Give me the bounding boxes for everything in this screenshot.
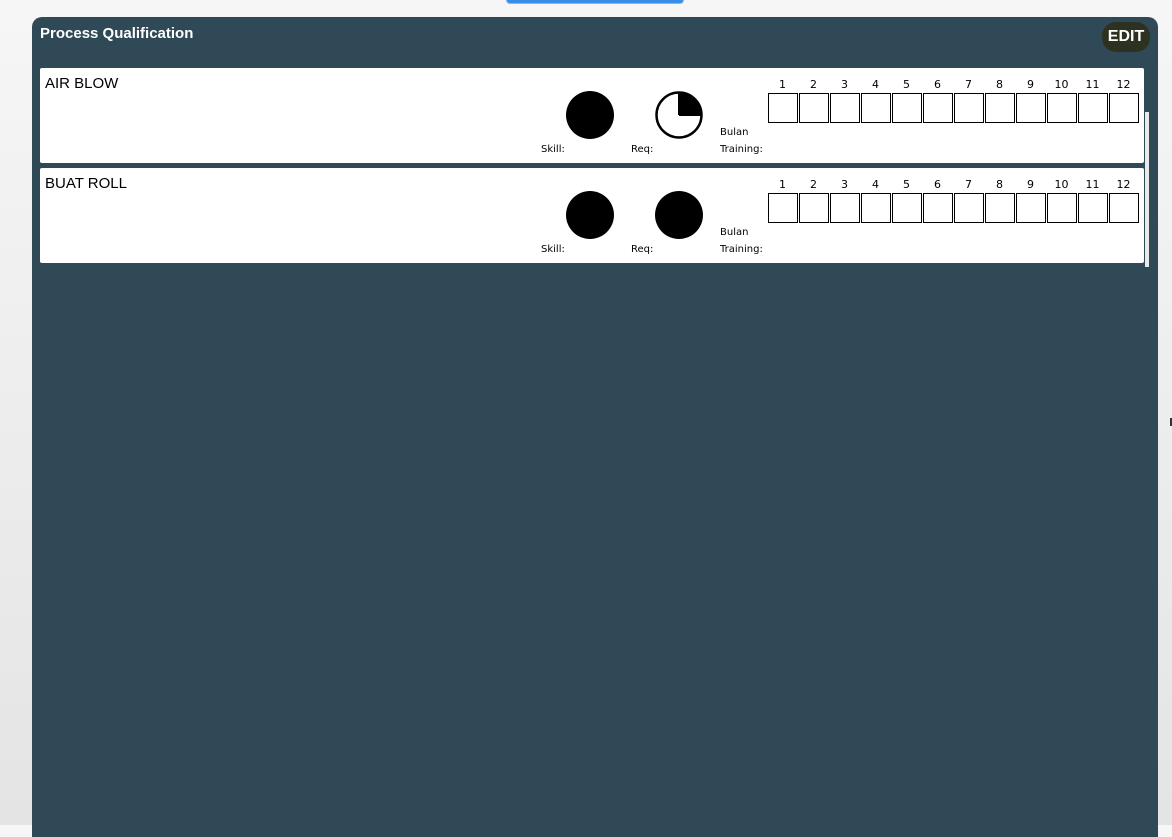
month-checkbox[interactable]: [799, 93, 829, 123]
month-checkbox[interactable]: [985, 93, 1015, 123]
month-checkbox[interactable]: [923, 93, 953, 123]
req-label: Req:: [631, 144, 654, 155]
month-checkbox[interactable]: [799, 193, 829, 223]
month-checkbox[interactable]: [1047, 93, 1077, 123]
month-checkbox[interactable]: [923, 193, 953, 223]
panel-title: Process Qualification: [40, 25, 194, 42]
month-number: 10: [1054, 178, 1069, 191]
month-checkbox[interactable]: [830, 193, 860, 223]
month-number: 7: [965, 78, 972, 91]
month-checkbox[interactable]: [985, 193, 1015, 223]
skill-label: Skill:: [541, 244, 565, 255]
month-checkbox[interactable]: [1078, 93, 1108, 123]
training-label: Training:: [720, 144, 763, 155]
month-number: 3: [841, 78, 848, 91]
month-number: 8: [996, 78, 1003, 91]
month-checkbox[interactable]: [892, 193, 922, 223]
skill-level-icon: [566, 91, 614, 139]
month-checkbox[interactable]: [954, 93, 984, 123]
month-number: 3: [841, 178, 848, 191]
bulan-label: Bulan: [720, 227, 749, 238]
skill-label: Skill:: [541, 144, 565, 155]
month-checkbox[interactable]: [768, 93, 798, 123]
month-number: 5: [903, 178, 910, 191]
req-level-icon: [655, 191, 703, 239]
month-number: 6: [934, 78, 941, 91]
qualification-row: BUAT ROLL Skill: Req: Bulan Training: 12…: [40, 168, 1144, 263]
month-number: 1: [779, 178, 786, 191]
req-label: Req:: [631, 244, 654, 255]
bulan-label: Bulan: [720, 127, 749, 138]
month-checkbox[interactable]: [892, 93, 922, 123]
month-number: 6: [934, 178, 941, 191]
skill-level-icon: [566, 191, 614, 239]
top-tab-indicator[interactable]: [506, 0, 684, 4]
row-process-name: BUAT ROLL: [45, 175, 127, 192]
month-checkbox[interactable]: [1078, 193, 1108, 223]
month-number: 9: [1027, 78, 1034, 91]
month-number: 8: [996, 178, 1003, 191]
month-number: 12: [1116, 178, 1131, 191]
month-checkbox[interactable]: [861, 193, 891, 223]
month-number: 4: [872, 78, 879, 91]
edit-button[interactable]: EDIT: [1102, 22, 1150, 52]
month-number: 2: [810, 78, 817, 91]
month-number: 11: [1085, 78, 1100, 91]
month-number: 7: [965, 178, 972, 191]
month-checkbox[interactable]: [1109, 193, 1139, 223]
month-number: 12: [1116, 78, 1131, 91]
month-number: 5: [903, 78, 910, 91]
month-checkbox[interactable]: [1109, 93, 1139, 123]
month-number: 2: [810, 178, 817, 191]
training-label: Training:: [720, 244, 763, 255]
month-number: 4: [872, 178, 879, 191]
month-checkbox[interactable]: [1016, 193, 1046, 223]
qualification-row: AIR BLOW Skill: Req: Bulan Training: 123…: [40, 68, 1144, 163]
scrollbar[interactable]: [1145, 112, 1149, 267]
row-process-name: AIR BLOW: [45, 75, 119, 92]
month-number: 1: [779, 78, 786, 91]
month-checkbox[interactable]: [1047, 193, 1077, 223]
month-number: 11: [1085, 178, 1100, 191]
month-checkbox[interactable]: [954, 193, 984, 223]
month-number: 9: [1027, 178, 1034, 191]
month-checkbox[interactable]: [768, 193, 798, 223]
month-checkbox[interactable]: [830, 93, 860, 123]
month-number: 10: [1054, 78, 1069, 91]
req-level-icon: [655, 91, 703, 139]
month-checkbox[interactable]: [861, 93, 891, 123]
month-checkbox[interactable]: [1016, 93, 1046, 123]
process-qualification-panel: Process Qualification EDIT AIR BLOW Skil…: [32, 17, 1158, 837]
